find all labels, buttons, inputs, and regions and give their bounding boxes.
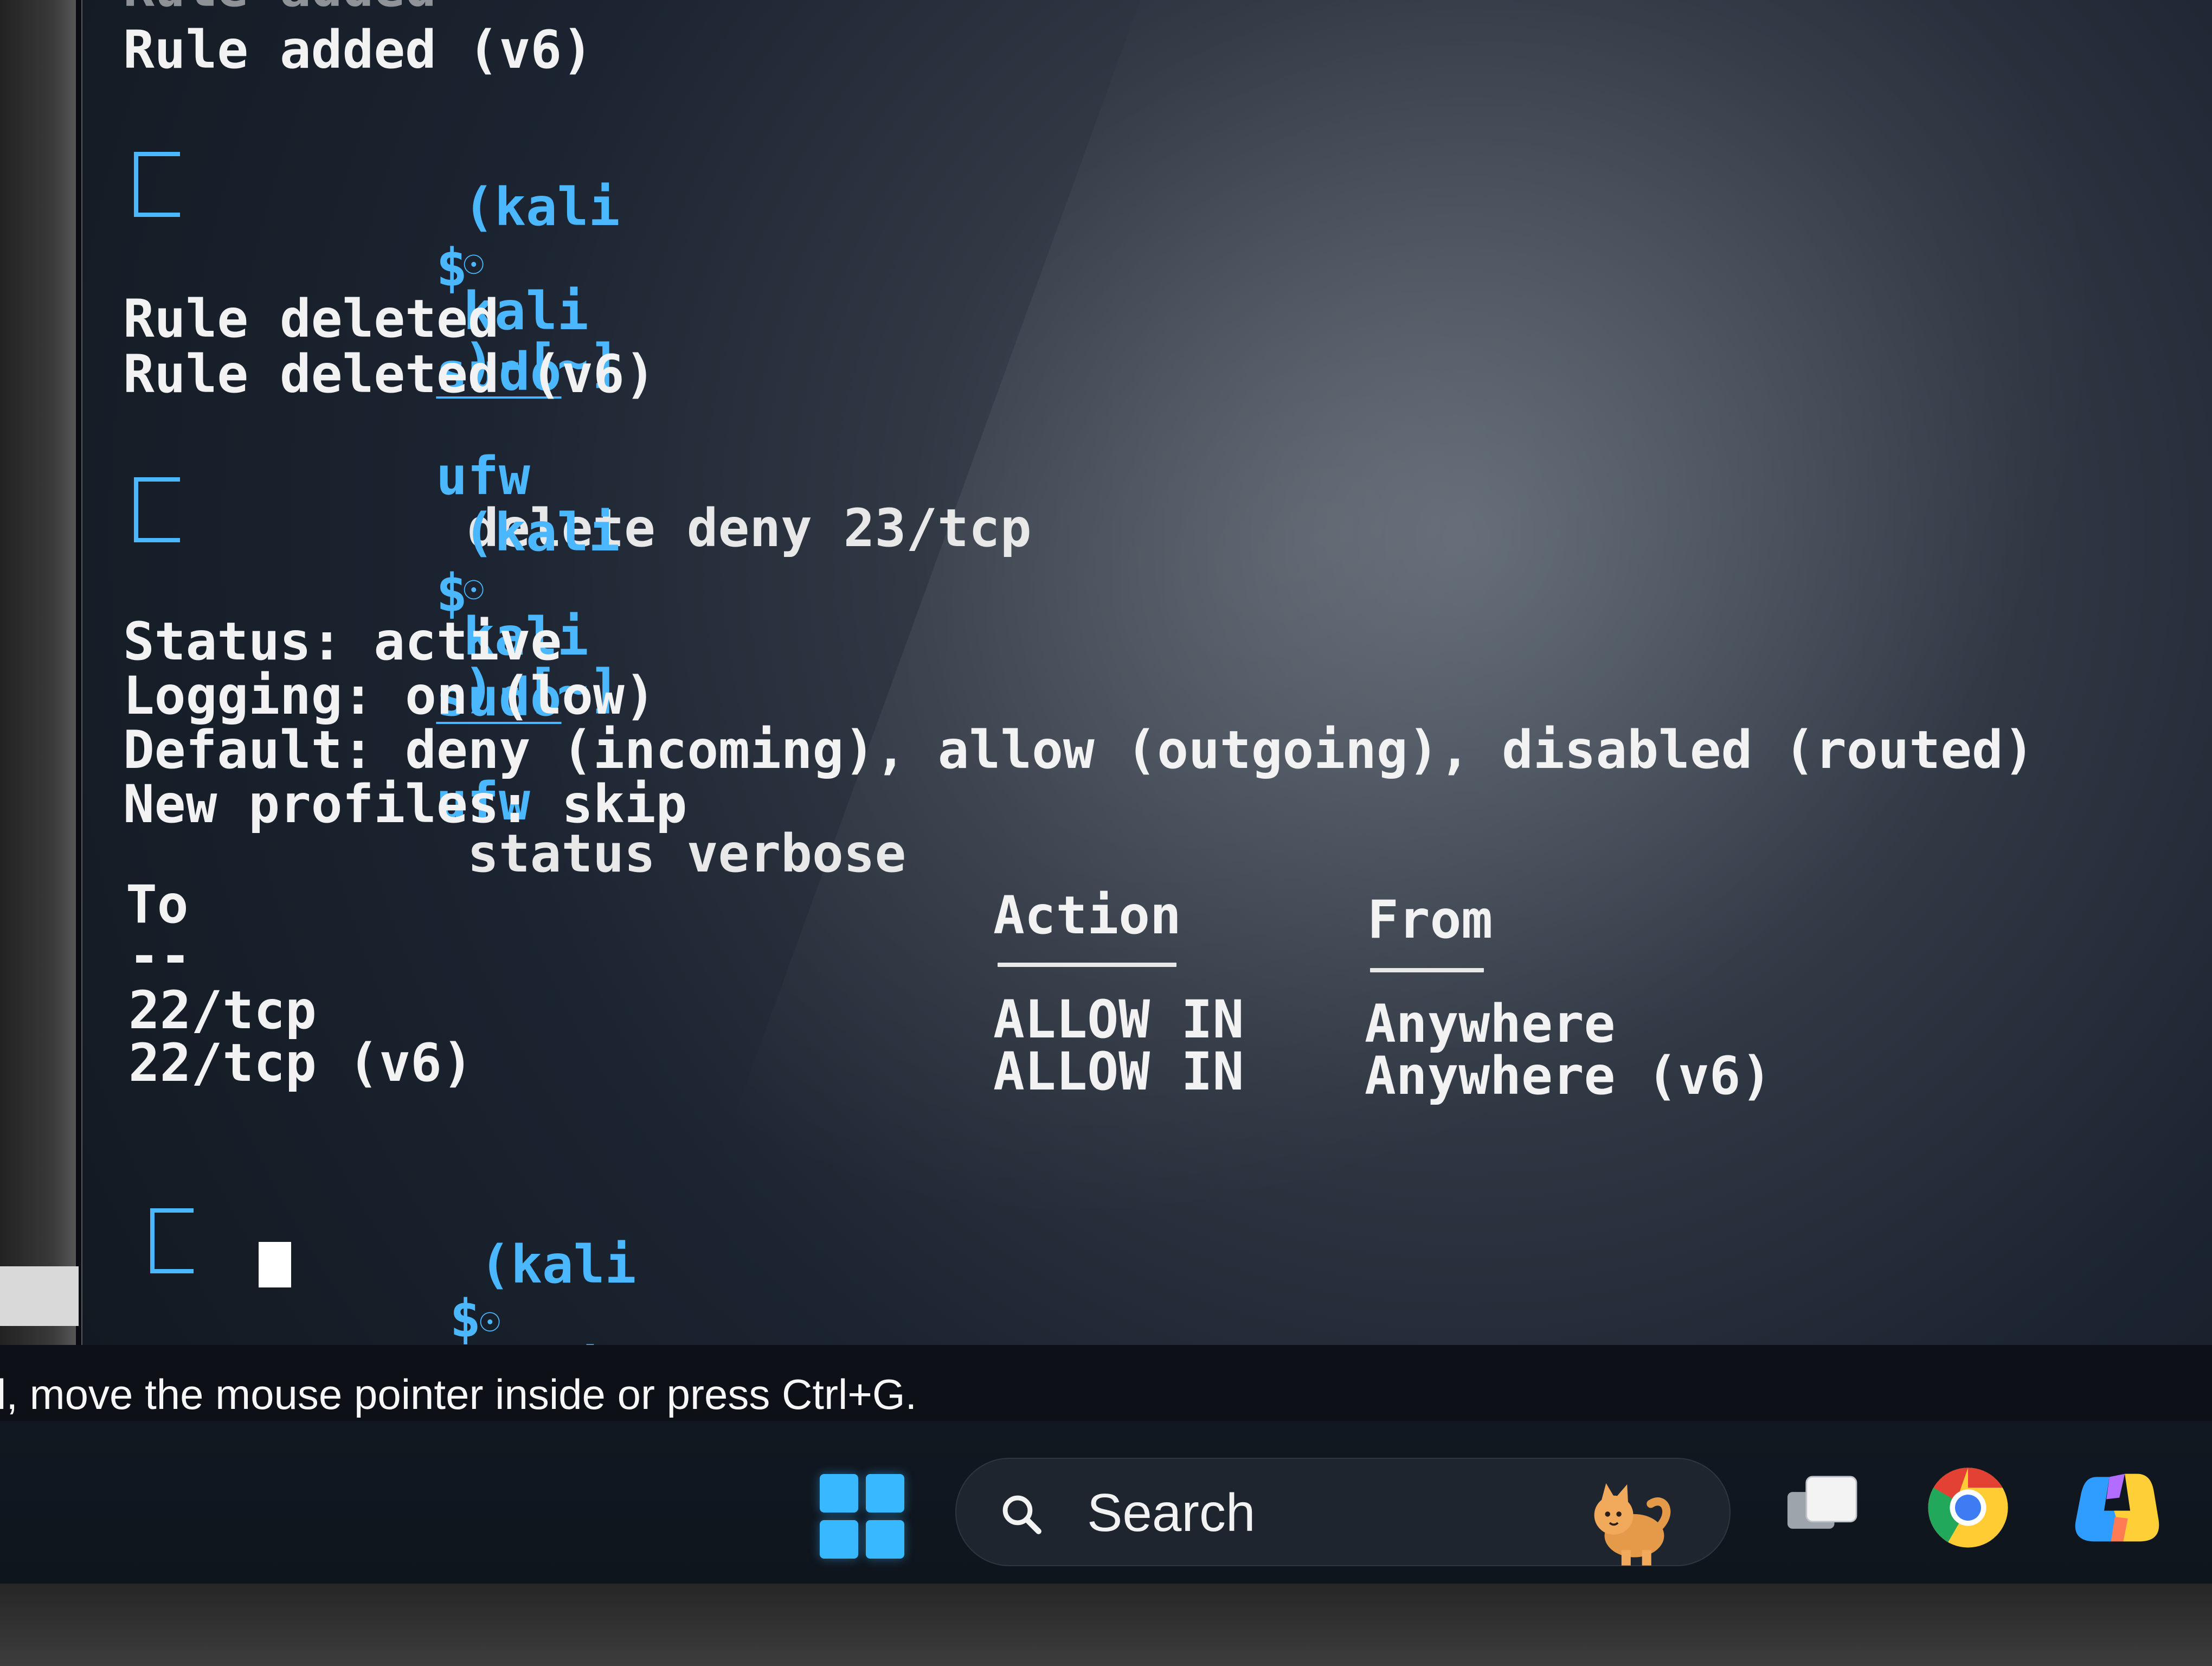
skull-icon-3: ☉ <box>479 1300 500 1341</box>
table-separator-action <box>998 963 1176 967</box>
table-header-action: Action <box>993 885 1181 946</box>
taskbar-search-label: Search <box>1087 1483 1256 1542</box>
table-cell-from-1: Anywhere <box>1365 994 1616 1054</box>
table-cell-action-1: ALLOW IN <box>993 989 1244 1050</box>
table-separator-from <box>1370 968 1484 972</box>
prompt-dollar-3: $ <box>449 1289 481 1347</box>
table-cell-to-1: 22/tcp <box>128 980 317 1041</box>
prompt-user-3: (kali <box>479 1234 636 1295</box>
windows-start-icon <box>820 1474 858 1513</box>
chrome-icon[interactable] <box>1925 1464 2011 1551</box>
photo-frame: Rule added Rule added (v6) (kali ☉ kali … <box>0 0 2212 1666</box>
search-icon <box>1002 1495 1041 1534</box>
table-header-from: From <box>1367 889 1493 950</box>
prompt-corner-3 <box>150 1208 194 1273</box>
terminal-line-rule-deleted: Rule deleted <box>123 289 499 349</box>
terminal-window[interactable]: Rule added Rule added (v6) (kali ☉ kali … <box>81 0 2212 1347</box>
copilot-icon[interactable] <box>2071 1462 2163 1554</box>
left-bezel <box>0 0 76 1356</box>
terminal-line-prev-fragment: Rule added <box>123 0 436 14</box>
prompt-corner <box>134 152 180 217</box>
command-line-3: $ <box>199 1241 481 1347</box>
windows-start-icon-2 <box>866 1474 904 1513</box>
windows-start-button[interactable] <box>820 1474 904 1559</box>
cat-icon[interactable] <box>1578 1474 1681 1572</box>
terminal-line-rule-deleted-v6: Rule deleted (v6) <box>123 344 656 405</box>
table-cell-to-2: 22/tcp (v6) <box>128 1033 473 1093</box>
prompt-corner-2 <box>134 477 180 542</box>
vm-status-bar: l, move the mouse pointer inside or pres… <box>0 1345 2212 1421</box>
windows-start-icon-4 <box>866 1520 904 1559</box>
vm-status-text: l, move the mouse pointer inside or pres… <box>0 1370 917 1418</box>
table-header-to: To <box>126 874 189 935</box>
bottom-bezel <box>0 1584 2212 1666</box>
table-cell-from-2: Anywhere (v6) <box>1365 1046 1772 1106</box>
status-line-default: Default: deny (incoming), allow (outgoin… <box>123 720 2035 780</box>
task-view-icon[interactable] <box>1778 1470 1865 1543</box>
status-line-logging: Logging: on (low) <box>123 665 656 726</box>
terminal-cursor[interactable] <box>259 1242 291 1287</box>
table-cell-action-2: ALLOW IN <box>993 1041 1244 1102</box>
status-line-active: Status: active <box>123 611 562 672</box>
terminal-output: Rule added Rule added (v6) (kali ☉ kali … <box>82 0 2212 1345</box>
table-separator-to: -- <box>128 926 191 986</box>
terminal-line-rule-added-v6: Rule added (v6) <box>123 20 593 80</box>
windows-start-icon-3 <box>820 1520 858 1559</box>
status-line-profiles: New profiles: skip <box>123 774 687 835</box>
left-bezel-panel <box>0 1266 79 1326</box>
